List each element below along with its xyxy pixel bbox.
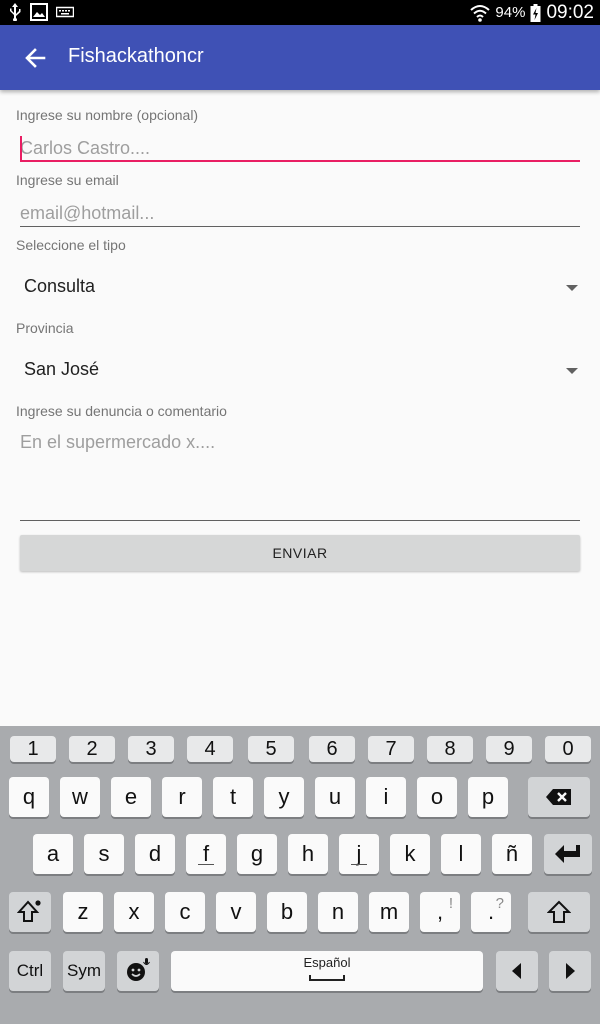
email-field-underline: [20, 226, 580, 227]
arrow-left-icon[interactable]: [22, 45, 48, 71]
key-3[interactable]: 3: [128, 736, 174, 762]
province-spinner[interactable]: San José: [16, 351, 588, 391]
key-x[interactable]: x: [114, 892, 154, 932]
ctrl-key[interactable]: Ctrl: [9, 951, 51, 991]
submit-button[interactable]: ENVIAR: [20, 535, 580, 571]
image-icon: [30, 3, 48, 21]
enter-key[interactable]: [544, 834, 592, 874]
space-icon: [309, 975, 345, 981]
key-w[interactable]: w: [60, 777, 100, 817]
key-b[interactable]: b: [267, 892, 307, 932]
key-4[interactable]: 4: [187, 736, 233, 762]
key-s[interactable]: s: [84, 834, 124, 874]
key-m[interactable]: m: [369, 892, 409, 932]
key-2[interactable]: 2: [69, 736, 115, 762]
key-k[interactable]: k: [390, 834, 430, 874]
name-field[interactable]: [20, 134, 580, 162]
usb-icon: [10, 3, 21, 21]
space-key-language: Español: [303, 955, 351, 970]
dropdown-arrow-icon: [566, 285, 578, 291]
wifi-icon: [470, 4, 491, 22]
shift-lock-icon: [17, 900, 41, 922]
province-selected-value: San José: [24, 359, 100, 379]
battery-percentage: 94%: [495, 4, 526, 21]
key-c[interactable]: c: [165, 892, 205, 932]
app-bar: Fishackathoncr: [0, 25, 600, 90]
home-row-marker: [351, 864, 367, 865]
key-d[interactable]: d: [135, 834, 175, 874]
type-label: Seleccione el tipo: [16, 237, 126, 253]
cursor-right-key[interactable]: [549, 951, 591, 991]
email-label: Ingrese su email: [16, 172, 119, 188]
key-h[interactable]: h: [288, 834, 328, 874]
key-o[interactable]: o: [417, 777, 457, 817]
key-j[interactable]: j: [339, 834, 379, 874]
caret-right-icon: [566, 963, 575, 979]
key-u[interactable]: u: [315, 777, 355, 817]
name-field-underline: [20, 160, 580, 162]
battery-icon: [530, 3, 541, 22]
space-key[interactable]: Español: [171, 951, 483, 991]
key-e[interactable]: e: [111, 777, 151, 817]
sym-key[interactable]: Sym: [63, 951, 105, 991]
clock: 09:02: [546, 1, 594, 23]
name-label: Ingrese su nombre (opcional): [16, 107, 199, 123]
shift-key[interactable]: [528, 892, 590, 932]
key-comma[interactable]: , !: [420, 892, 460, 932]
key-a[interactable]: a: [33, 834, 73, 874]
key-q[interactable]: q: [9, 777, 49, 817]
key-period[interactable]: . ?: [471, 892, 511, 932]
soft-keyboard: 1 2 3 4 5 6 7 8 9 0 q w e r t y u i o p …: [0, 726, 600, 1024]
shift-icon: [547, 900, 571, 923]
keyboard-icon: [56, 6, 74, 18]
status-bar: 94% 09:02: [0, 0, 600, 25]
backspace-key[interactable]: [528, 777, 590, 817]
email-field[interactable]: [20, 199, 580, 227]
type-spinner[interactable]: Consulta: [16, 268, 588, 308]
key-comma-label: ,: [436, 899, 444, 924]
province-label: Provincia: [16, 320, 74, 336]
comment-field-underline: [20, 520, 580, 521]
key-0[interactable]: 0: [545, 736, 591, 762]
emoji-voice-key[interactable]: [117, 951, 159, 991]
key-8[interactable]: 8: [427, 736, 473, 762]
key-9[interactable]: 9: [486, 736, 532, 762]
key-t[interactable]: t: [213, 777, 253, 817]
cursor-left-key[interactable]: [496, 951, 538, 991]
key-period-alt: ?: [495, 895, 504, 912]
key-1[interactable]: 1: [10, 736, 56, 762]
key-y[interactable]: y: [264, 777, 304, 817]
key-comma-alt: !: [448, 895, 453, 912]
home-row-marker: [198, 864, 214, 865]
comment-field[interactable]: [20, 432, 580, 518]
text-cursor: [20, 136, 22, 160]
emoji-icon: [127, 958, 150, 981]
comment-label: Ingrese su denuncia o comentario: [16, 403, 227, 419]
type-selected-value: Consulta: [24, 276, 96, 296]
key-r[interactable]: r: [162, 777, 202, 817]
key-n[interactable]: n: [318, 892, 358, 932]
enter-icon: [555, 845, 580, 863]
key-i[interactable]: i: [366, 777, 406, 817]
key-g[interactable]: g: [237, 834, 277, 874]
key-p[interactable]: p: [468, 777, 508, 817]
key-5[interactable]: 5: [248, 736, 294, 762]
caret-left-icon: [512, 963, 521, 979]
key-l[interactable]: l: [441, 834, 481, 874]
key-n-tilde[interactable]: ñ: [492, 834, 532, 874]
app-title: Fishackathoncr: [68, 45, 204, 67]
key-6[interactable]: 6: [309, 736, 355, 762]
shift-lock-key[interactable]: [9, 892, 51, 932]
key-z[interactable]: z: [63, 892, 103, 932]
backspace-icon: [546, 789, 571, 805]
key-period-label: .: [487, 899, 495, 924]
key-v[interactable]: v: [216, 892, 256, 932]
dropdown-arrow-icon: [566, 368, 578, 374]
key-f[interactable]: f: [186, 834, 226, 874]
key-7[interactable]: 7: [368, 736, 414, 762]
